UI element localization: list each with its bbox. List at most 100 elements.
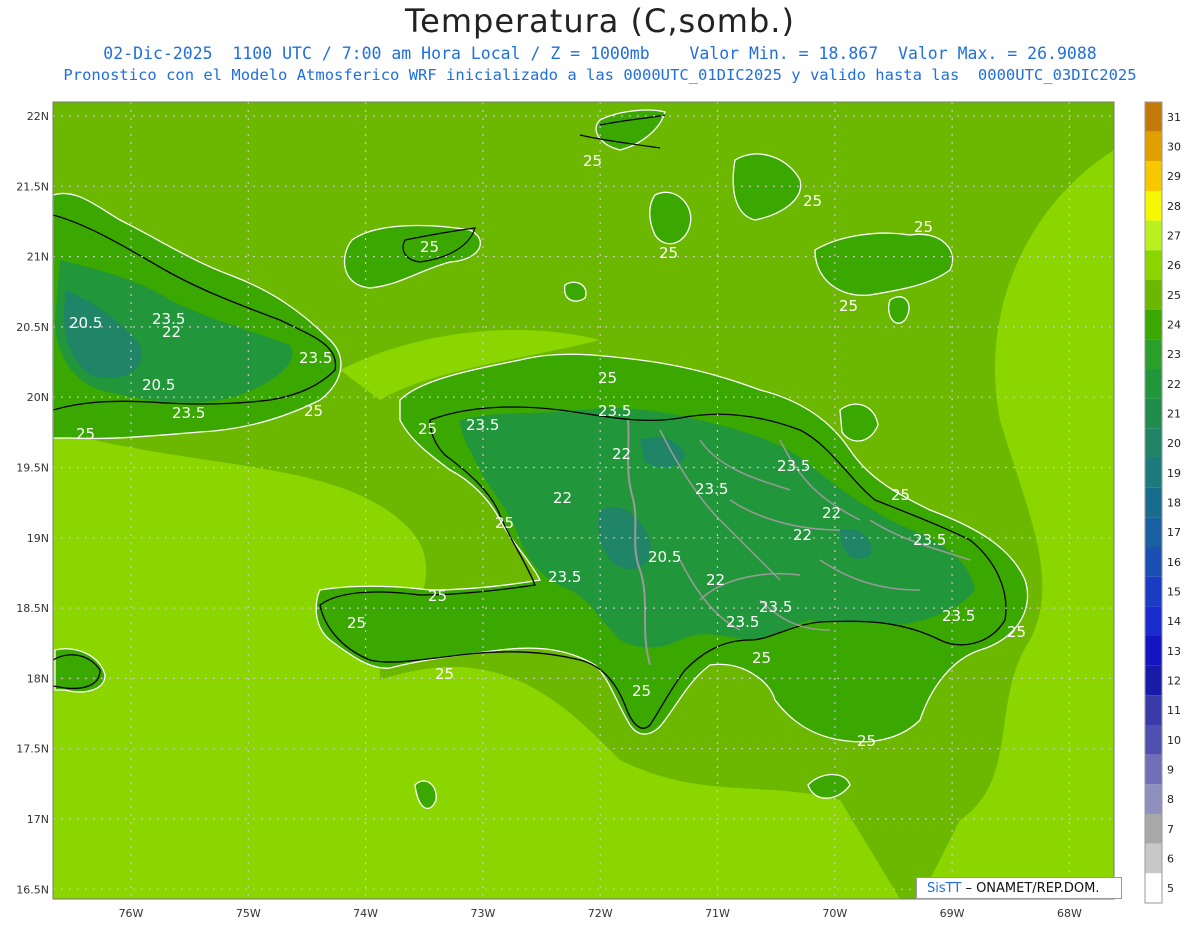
contour-label: 20.5 [648,548,681,566]
lon-tick-label: 74W [353,907,378,920]
lon-tick-label: 76W [119,907,144,920]
contour-label: 23.5 [548,568,581,586]
legend-label: 24 [1167,319,1181,332]
legend-swatch [1145,576,1162,607]
legend-swatch [1145,636,1162,666]
legend-swatch [1145,398,1162,429]
legend-swatch [1145,843,1162,874]
legend-swatch [1145,280,1162,310]
contour-label: 22 [553,489,572,507]
contour-label: 22 [706,571,725,589]
legend-label: 18 [1167,497,1181,510]
temperature-map: 25 25 25 25 25 25 25 25 25 25 25 25 25 2… [16,101,1181,920]
contour-label: 22 [822,504,841,522]
legend-swatch [1145,428,1162,458]
legend-label: 5 [1167,882,1174,895]
contour-label: 25 [418,420,437,438]
contour-label: 25 [632,682,651,700]
lon-tick-label: 75W [236,907,261,920]
contour-label: 22 [793,526,812,544]
legend-swatch [1145,131,1162,162]
legend-swatch [1145,547,1162,577]
legend-label: 29 [1167,170,1181,183]
lon-tick-label: 68W [1057,907,1082,920]
legend-label: 8 [1167,793,1174,806]
legend-swatch [1145,220,1162,251]
contour-label: 23.5 [777,457,810,475]
contour-label: 25 [659,244,678,262]
legend-swatch [1145,339,1162,369]
legend-label: 27 [1167,230,1181,243]
legend-swatch [1145,725,1162,755]
legend-label: 6 [1167,853,1174,866]
contour-label: 22 [612,445,631,463]
legend-label: 25 [1167,289,1181,302]
contour-label: 25 [435,665,454,683]
legend-label: 20 [1167,437,1181,450]
lon-tick-label: 69W [940,907,965,920]
island-mayaguana [563,281,587,302]
lat-tick-label: 17.5N [16,743,49,756]
contour-label: 20.5 [69,314,102,332]
contour-label: 25 [803,192,822,210]
legend-label: 28 [1167,200,1181,213]
contour-label: 25 [304,402,323,420]
lat-tick-label: 16.5N [16,883,49,896]
credit-text: – ONAMET/REP.DOM. [965,881,1100,896]
legend-label: 7 [1167,823,1174,836]
contour-label: 23.5 [466,416,499,434]
contour-label: 25 [1007,623,1026,641]
legend-label: 9 [1167,764,1174,777]
contour-label: 25 [914,218,933,236]
lat-tick-label: 18N [27,672,49,685]
lat-tick-label: 22N [27,110,49,123]
legend-swatch [1145,191,1162,221]
legend-label: 16 [1167,556,1181,569]
lat-tick-label: 17N [27,813,49,826]
contour-label: 23.5 [598,402,631,420]
legend-label: 13 [1167,645,1181,658]
lat-tick-label: 21N [27,251,49,264]
color-legend: 31 30 29 28 27 26 25 24 23 22 21 20 19 18 17 16 15 14 13 12… [1144,101,1181,904]
lat-tick-label: 20.5N [16,321,49,334]
legend-swatch [1145,487,1162,518]
contour-label: 25 [839,297,858,315]
lat-tick-label: 19N [27,532,49,545]
contour-label: 25 [428,587,447,605]
contour-label: 25 [420,238,439,256]
contour-label: 25 [495,514,514,532]
legend-swatch [1145,250,1162,280]
contour-label: 23.5 [299,349,332,367]
legend-label: 23 [1167,348,1181,361]
lon-tick-label: 71W [705,907,730,920]
legend-swatch [1145,695,1162,725]
lat-tick-label: 18.5N [16,602,49,615]
contour-label: 25 [76,425,95,443]
legend-swatch [1145,814,1162,844]
contour-label: 23.5 [942,607,975,625]
legend-label: 17 [1167,526,1181,539]
lat-tick-label: 19.5N [16,462,49,475]
legend-swatch [1145,309,1162,340]
contour-label: 25 [891,486,910,504]
legend-swatch [1145,784,1162,814]
legend-swatch [1145,369,1162,399]
contour-label: 23.5 [759,598,792,616]
legend-label: 31 [1167,111,1181,124]
legend-swatch [1145,754,1162,785]
contour-label: 23.5 [913,531,946,549]
legend-swatch [1145,102,1162,132]
contour-label: 25 [752,649,771,667]
lat-tick-label: 21.5N [16,180,49,193]
contour-label: 22 [162,323,181,341]
contour-label: 25 [347,614,366,632]
legend-swatch [1145,161,1162,191]
legend-swatch [1145,606,1162,636]
legend-swatch [1145,873,1162,903]
lon-tick-label: 72W [588,907,613,920]
legend-swatch [1145,665,1162,696]
legend-label: 22 [1167,378,1181,391]
credit-box: SisTT – ONAMET/REP.DOM. [916,877,1122,899]
contour-label: 20.5 [142,376,175,394]
legend-label: 12 [1167,675,1181,688]
